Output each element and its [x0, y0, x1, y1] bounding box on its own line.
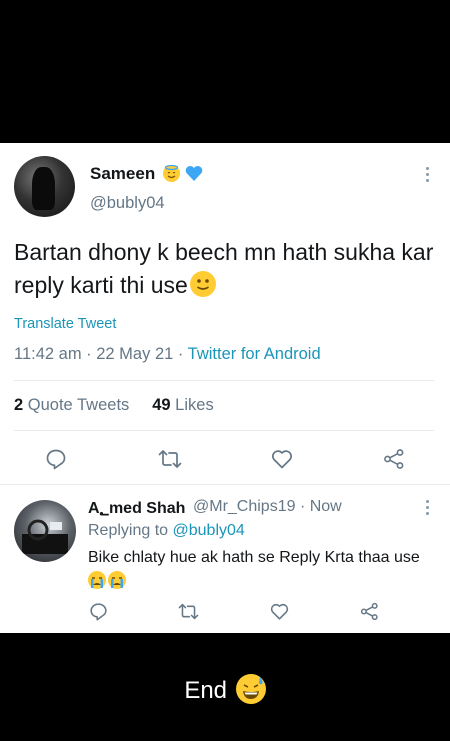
divider: [14, 430, 434, 431]
tweet-meta: 11:42 am · 22 May 21 · Twitter for Andro…: [14, 345, 321, 363]
retweet-icon[interactable]: [157, 447, 183, 471]
reply-author-name-text: A؂med Shah: [88, 500, 186, 517]
more-options-icon[interactable]: [426, 167, 430, 185]
reply-more-options-icon[interactable]: [426, 500, 430, 518]
reply-text-content: Bike chlaty hue ak hath se Reply Krta th…: [88, 549, 420, 566]
like-icon[interactable]: [270, 447, 294, 471]
likes-stat[interactable]: 49 Likes: [152, 396, 213, 414]
crying-emoji: [108, 571, 126, 589]
reply-reply-icon[interactable]: [88, 601, 108, 621]
divider: [0, 484, 450, 485]
reply-retweet-icon[interactable]: [177, 601, 199, 621]
reply-author-handle[interactable]: @Mr_Chips19: [193, 498, 296, 515]
tweet-time: 11:42 am: [14, 345, 82, 363]
quote-count: 2: [14, 396, 24, 414]
share-icon[interactable]: [382, 447, 406, 471]
quote-tweets-stat[interactable]: 2 Quote Tweets: [14, 396, 129, 414]
tweet-source[interactable]: Twitter for Android: [188, 345, 321, 363]
reply-time: Now: [309, 498, 342, 515]
divider: [14, 380, 434, 381]
tweet-text: Bartan dhony k beech mn hath sukha kar r…: [14, 236, 434, 302]
slight-smile-emoji: [189, 271, 216, 297]
tweet-date: 22 May 21: [96, 345, 174, 363]
author-name[interactable]: Sameen: [90, 164, 203, 187]
tweet-stats: 2 Quote Tweets 49 Likes: [14, 396, 214, 415]
author-avatar[interactable]: [14, 156, 75, 217]
reply-author-meta: @Mr_Chips19 · Now: [193, 498, 342, 515]
replying-to: Replying to @bubly04: [88, 522, 245, 540]
translate-tweet-link[interactable]: Translate Tweet: [14, 316, 116, 332]
quote-label: Quote Tweets: [27, 396, 130, 414]
tweet-text-content: Bartan dhony k beech mn hath sukha kar r…: [14, 239, 434, 298]
reply-like-icon[interactable]: [269, 601, 289, 621]
sweat-smile-emoji: [235, 674, 266, 704]
replying-to-handle[interactable]: @bubly04: [173, 522, 245, 539]
crying-emoji: [88, 571, 106, 589]
footer-text: End: [184, 677, 228, 704]
like-label: Likes: [175, 396, 214, 414]
author-name-text: Sameen: [90, 164, 156, 183]
footer-caption: End: [0, 674, 450, 705]
reply-author-name[interactable]: A؂med Shah: [88, 498, 185, 518]
reply-author-avatar[interactable]: [14, 500, 76, 562]
like-count: 49: [152, 396, 171, 414]
replying-prefix: Replying to: [88, 522, 169, 539]
blue-heart-emoji: [185, 165, 203, 187]
reply-text: Bike chlaty hue ak hath se Reply Krta th…: [88, 546, 443, 594]
reply-icon[interactable]: [44, 447, 68, 471]
reply-share-icon[interactable]: [359, 601, 379, 621]
halo-smile-emoji: [162, 165, 180, 182]
author-handle[interactable]: @bubly04: [90, 194, 165, 213]
